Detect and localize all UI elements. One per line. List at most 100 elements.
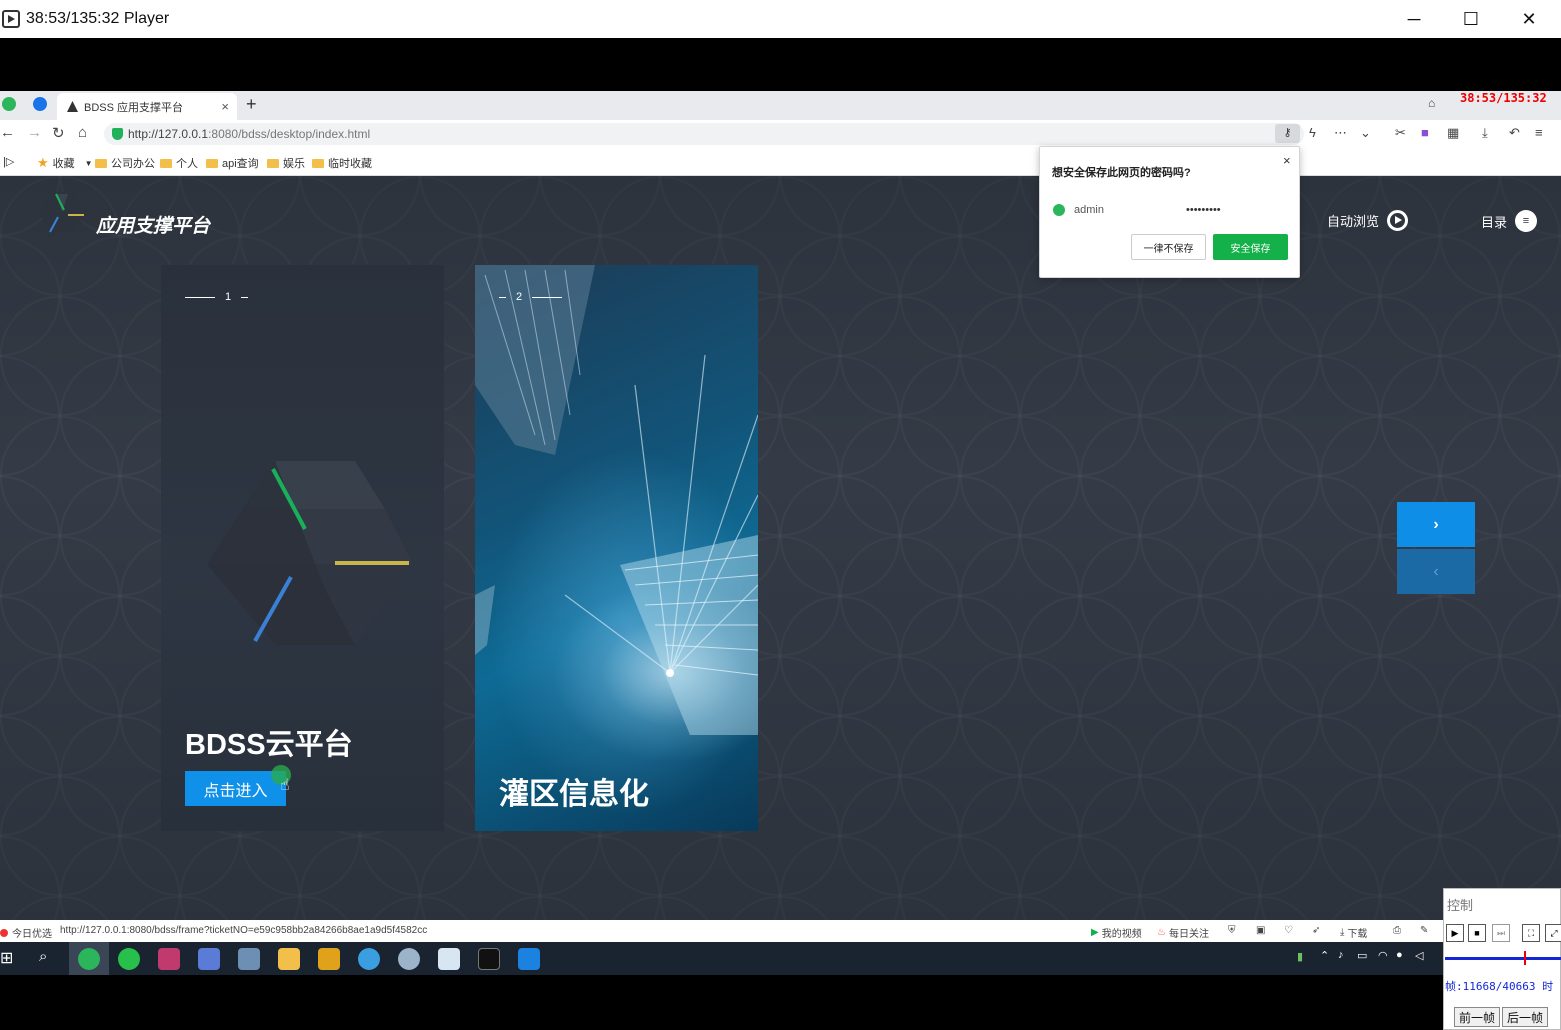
bookmark-folder[interactable]: 临时收藏 (312, 155, 372, 171)
image-icon[interactable]: ▣ (1256, 925, 1265, 936)
play-circle-icon (1387, 210, 1409, 231)
home-icon[interactable]: ⌂ (78, 124, 87, 141)
card-title: 灌区信息化 (499, 778, 649, 811)
status-download[interactable]: ⤓ 下载 (1340, 925, 1367, 940)
undo-icon[interactable]: ↶ (1509, 125, 1520, 141)
maximize-button[interactable]: ☐ (1442, 0, 1500, 38)
chrome-icon[interactable] (358, 948, 380, 970)
bookmarks-bar: |▷ ★ 收藏 ▼ 公司办公 个人 api查询 娱乐 临时收藏 (0, 148, 1561, 176)
bookmark-folder[interactable]: 个人 (160, 155, 198, 171)
skip-icon[interactable]: ⏭ (1492, 924, 1510, 942)
tray-up-icon[interactable]: ⌃ (1320, 949, 1329, 962)
url-host: http://127.0.0.1 (128, 127, 209, 141)
rocket-icon[interactable]: ➶ (1312, 925, 1320, 936)
volume-icon[interactable]: ◁ (1415, 949, 1423, 962)
browser-app-icon[interactable] (78, 948, 100, 970)
fullscreen-icon[interactable]: ⤢ (1545, 924, 1561, 942)
dash-line (532, 296, 563, 298)
caret-down-icon: ▼ (84, 158, 93, 168)
bookmark-favorites[interactable]: ★ 收藏 ▼ (37, 155, 93, 171)
auto-browse-button[interactable]: 自动浏览 (1327, 210, 1409, 231)
media-icon[interactable] (438, 948, 460, 970)
compass-icon[interactable] (33, 97, 47, 111)
card-irrigation-info[interactable]: 2 灌区信息化 (475, 265, 758, 831)
apps-grid-icon[interactable]: ▦ (1447, 125, 1459, 141)
password-key-icon[interactable]: ⚷ (1275, 124, 1300, 143)
card-bdss-cloud[interactable]: 1 BDSS云平台 点击进入 ☝ (161, 265, 444, 831)
folder-icon (267, 158, 279, 168)
back-icon[interactable]: ← (0, 124, 15, 141)
scissors-icon[interactable]: ✂ (1395, 125, 1406, 141)
bookmark-folder[interactable]: 公司办公 (95, 155, 155, 171)
paint-icon[interactable] (198, 948, 220, 970)
file-explorer-icon[interactable] (278, 948, 300, 970)
terminal-icon[interactable] (478, 948, 500, 970)
prev-frame-button[interactable]: 前一帧 (1454, 1007, 1500, 1027)
mic-icon[interactable]: ♪ (1338, 949, 1344, 961)
download-icon[interactable]: ⤓ (1482, 125, 1488, 141)
battery-icon[interactable]: ▮ (1297, 950, 1303, 963)
power-icon[interactable]: ▭ (1357, 949, 1367, 962)
wechat-tray-icon[interactable]: ● (1396, 949, 1403, 961)
fit-screen-icon[interactable]: ⛶ (1522, 924, 1540, 942)
catalog-label: 目录 (1481, 214, 1508, 230)
extension-icon[interactable]: ■ (1421, 125, 1429, 140)
search-icon[interactable]: ⌕ (39, 948, 47, 965)
bookmark-folder[interactable]: api查询 (206, 155, 259, 171)
address-bar: ← → ↻ ⌂ http://127.0.0.1:8080/bdss/deskt… (0, 120, 1561, 148)
never-save-button[interactable]: 一律不保存 (1131, 234, 1206, 260)
next-frame-button[interactable]: 后一帧 (1502, 1007, 1548, 1027)
catalog-button[interactable]: 目录 ≡ (1481, 210, 1538, 232)
dash-line (241, 296, 249, 298)
sidebar-toggle-icon[interactable]: |▷ (3, 155, 14, 168)
play-icon[interactable]: ▶ (1446, 924, 1464, 942)
more-dots-icon[interactable]: ⋯ (1334, 125, 1347, 141)
close-button[interactable]: ✕ (1500, 0, 1558, 38)
platform-logo-icon (38, 192, 86, 233)
card-title: BDSS云平台 (185, 729, 353, 761)
menu-icon[interactable]: ≡ (1535, 125, 1543, 140)
wifi-icon[interactable]: ◠ (1378, 949, 1388, 962)
save-password-popup: 想安全保存此网页的密码吗? × admin ••••••••• 一律不保存 安全… (1039, 146, 1300, 278)
shirt-icon[interactable]: ⌂ (1428, 96, 1435, 110)
prev-slide-button[interactable]: ‹ (1397, 549, 1475, 594)
daily-follow[interactable]: ♨ 每日关注 (1157, 925, 1209, 940)
new-tab-button[interactable]: + (246, 94, 257, 115)
url-input[interactable]: http://127.0.0.1:8080/bdss/desktop/index… (104, 123, 1304, 145)
calculator-icon[interactable] (238, 948, 260, 970)
intellij-icon[interactable] (158, 948, 180, 970)
reload-icon[interactable]: ↻ (52, 124, 65, 142)
browser-logo-icon[interactable] (2, 97, 16, 111)
save-password-button[interactable]: 安全保存 (1213, 234, 1288, 260)
minimize-button[interactable]: ─ (1385, 0, 1443, 38)
edit-icon[interactable]: ✎ (1420, 925, 1428, 936)
next-slide-button[interactable]: › (1397, 502, 1475, 547)
popup-question: 想安全保存此网页的密码吗? (1052, 167, 1191, 179)
forward-icon[interactable]: → (27, 124, 42, 141)
playback-progress-track[interactable] (1445, 957, 1561, 960)
windows-start-icon[interactable]: ⊞ (0, 948, 13, 968)
lightning-icon[interactable]: ϟ (1309, 125, 1316, 140)
folder-icon (160, 158, 172, 168)
webstorm-icon[interactable] (518, 948, 540, 970)
globe-icon[interactable] (398, 948, 420, 970)
print-icon[interactable]: ⎙ (1393, 925, 1401, 936)
wechat-icon[interactable] (118, 948, 140, 970)
popup-close-icon[interactable]: × (1283, 153, 1291, 168)
player-control-panel: 控制 ▶ ■ ⏭ ⛶ ⤢ 帧:11668/40663 时 前一帧 后一帧 (1443, 888, 1561, 1030)
folder-icon (312, 158, 324, 168)
player-title: 38:53/135:32 Player (26, 10, 170, 27)
tab-bdss[interactable]: BDSS 应用支撑平台 × (57, 93, 237, 120)
playhead-marker[interactable] (1524, 951, 1526, 965)
tab-close-icon[interactable]: × (221, 99, 229, 114)
chevron-down-icon[interactable]: ⌄ (1360, 125, 1371, 141)
shield-icon[interactable]: ⛨ (1228, 925, 1236, 936)
bookmark-folder[interactable]: 娱乐 (267, 155, 305, 171)
today-picks[interactable]: 今日优选 (0, 925, 52, 940)
player-title-bar: 38:53/135:32 Player ─ ☐ ✕ (0, 0, 1561, 38)
heart-outline-icon[interactable]: ♡ (1284, 925, 1293, 936)
package-icon[interactable] (318, 948, 340, 970)
browser-status-bar: 今日优选 http://127.0.0.1:8080/bdss/frame?ti… (0, 920, 1561, 942)
stop-icon[interactable]: ■ (1468, 924, 1486, 942)
my-video[interactable]: ▶ 我的视频 (1091, 925, 1142, 940)
